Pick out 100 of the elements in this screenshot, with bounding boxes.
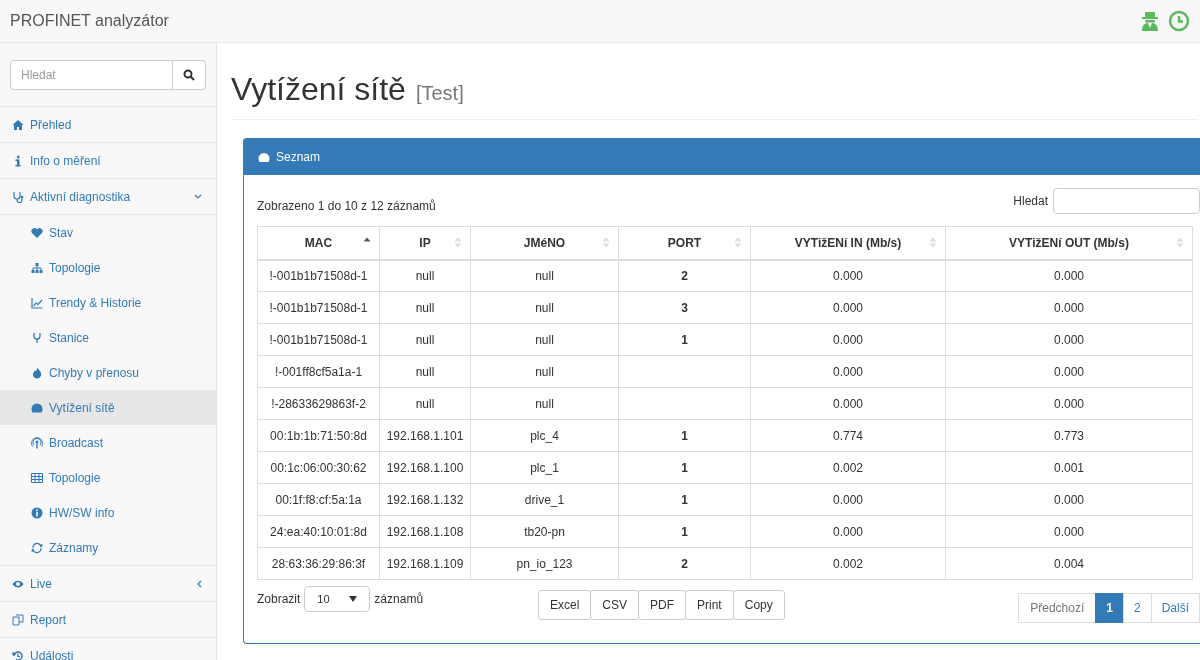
table-cell: 28:63:36:29:86:3f [257, 547, 380, 580]
search-button[interactable] [173, 60, 206, 90]
panel-title: Seznam [276, 149, 321, 166]
nav-item[interactable]: Live [0, 566, 216, 602]
table-cell: tb20-pn [470, 515, 619, 548]
refresh-icon [31, 541, 43, 554]
history-icon [12, 649, 24, 660]
page-subtitle: [Test] [415, 81, 464, 106]
table-cell: 0.773 [945, 419, 1193, 452]
table-cell: 0.000 [750, 515, 946, 548]
table-cell: 1 [618, 483, 751, 516]
table-info: Zobrazeno 1 do 10 z 12 záznamů [257, 198, 436, 215]
export-button[interactable]: CSV [590, 589, 640, 620]
table-cell: 3 [618, 291, 751, 324]
nav-item[interactable]: HW/SW info [0, 495, 216, 530]
export-button[interactable]: Print [685, 589, 734, 620]
sort-icon [1176, 237, 1184, 248]
table-cell: plc_1 [470, 451, 619, 484]
table-cell: drive_1 [470, 483, 619, 516]
table-cell: 0.004 [945, 547, 1193, 580]
nav-item[interactable]: Vytížení sítě [0, 390, 216, 425]
fork-icon [31, 331, 43, 344]
table-cell: !-001b1b71508d-1 [257, 291, 380, 324]
column-header[interactable]: PORT [618, 226, 751, 260]
nav-item[interactable]: Chyby v přenosu [0, 355, 216, 390]
table-cell: null [379, 355, 471, 388]
sort-icon [929, 237, 937, 248]
table-cell: 0.000 [945, 323, 1193, 356]
table-cell: 2 [618, 547, 751, 580]
table-cell: 0.000 [750, 387, 946, 420]
column-header[interactable]: VYTižENí IN (Mb/s) [750, 226, 946, 260]
export-button[interactable]: Copy [732, 589, 785, 620]
gauge-icon [31, 401, 43, 414]
table-cell: 1 [618, 323, 751, 356]
table-cell: plc_4 [470, 419, 619, 452]
table-cell: 0.000 [750, 291, 946, 324]
table-cell: null [470, 259, 619, 292]
nav-item[interactable]: Topologie [0, 250, 216, 285]
next-button[interactable]: Další [1150, 593, 1200, 623]
table-cell: 0.001 [945, 451, 1193, 484]
table-cell: null [470, 355, 619, 388]
table-cell: 192.168.1.109 [379, 547, 471, 580]
nav-item[interactable]: Záznamy [0, 530, 216, 565]
column-header[interactable]: JMéNO [470, 226, 619, 260]
table-icon [31, 471, 43, 484]
spy-icon[interactable] [1140, 11, 1160, 31]
nav-item[interactable]: Broadcast [0, 425, 216, 460]
table-cell: 1 [618, 515, 751, 548]
export-button[interactable]: Excel [538, 589, 592, 620]
page-button[interactable]: 2 [1122, 593, 1152, 623]
search-field[interactable]: Hledat [10, 60, 173, 90]
table-cell: !-001b1b71508d-1 [257, 323, 380, 356]
table-cell: 0.000 [750, 323, 946, 356]
export-button[interactable]: PDF [638, 589, 687, 620]
table-cell: !-28633629863f-2 [257, 387, 380, 420]
search-label: Hledat [1013, 193, 1048, 210]
nav-item[interactable]: Události [0, 638, 216, 660]
nav-item[interactable]: Stav [0, 215, 216, 250]
table-search-field[interactable] [1053, 188, 1200, 214]
table-cell: 192.168.1.100 [379, 451, 471, 484]
heartbeat-icon [31, 226, 43, 239]
table-cell: 192.168.1.132 [379, 483, 471, 516]
nav-item[interactable]: Trendy & Historie [0, 285, 216, 320]
nav-item[interactable]: Report [0, 602, 216, 638]
page-length-select[interactable]: 10 [304, 586, 371, 612]
table-cell: 0.000 [945, 259, 1193, 292]
nav-item[interactable]: Topologie [0, 460, 216, 495]
stethoscope-icon [12, 190, 24, 203]
table-cell: null [379, 323, 471, 356]
table-cell: 1 [618, 451, 751, 484]
table-cell: !-001ff8cf5a1a-1 [257, 355, 380, 388]
nav-item[interactable]: Info o měření [0, 143, 216, 179]
nav-item[interactable]: Aktivní diagnostika [0, 179, 216, 215]
length-label: Zobrazit [257, 591, 301, 608]
app-title[interactable]: PROFINET analyzátor [10, 9, 169, 33]
table-cell: 2 [618, 259, 751, 292]
column-header[interactable]: IP [379, 226, 471, 260]
chevron-down-icon [194, 193, 202, 200]
nav-item[interactable]: Stanice [0, 320, 216, 355]
page-button[interactable]: 1 [1095, 593, 1124, 623]
column-header[interactable]: VYTižENí OUT (Mb/s) [945, 226, 1193, 260]
line-chart-icon [31, 296, 43, 309]
table-cell: 0.000 [945, 291, 1193, 324]
table-cell: 0.000 [750, 483, 946, 516]
copy-icon [12, 613, 24, 626]
clock-icon[interactable] [1168, 10, 1190, 32]
broadcast-icon [31, 436, 43, 449]
table-cell: null [470, 387, 619, 420]
table-cell: null [470, 323, 619, 356]
table-cell: 192.168.1.108 [379, 515, 471, 548]
table-cell: null [379, 259, 471, 292]
table-cell: 00:1c:06:00:30:62 [257, 451, 380, 484]
home-icon [12, 118, 24, 131]
column-header[interactable]: MAC [257, 226, 380, 260]
table-cell: 0.000 [750, 355, 946, 388]
sort-icon [734, 237, 742, 248]
search-icon [183, 69, 195, 81]
table-cell: 192.168.1.101 [379, 419, 471, 452]
table-cell: null [470, 291, 619, 324]
nav-item[interactable]: Přehled [0, 107, 216, 143]
